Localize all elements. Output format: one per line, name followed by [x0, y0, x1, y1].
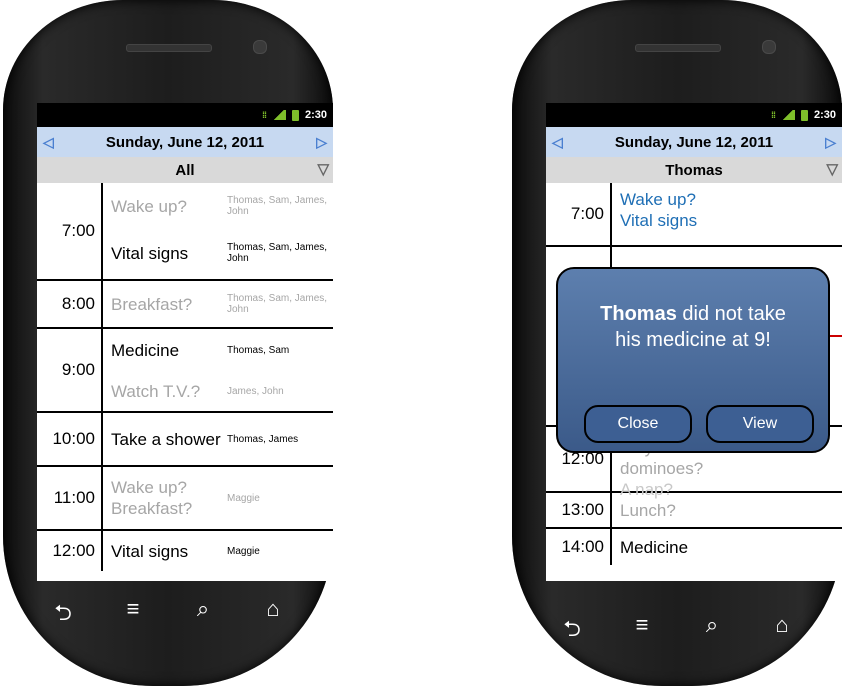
table-row: 7:00 Wake up? Thomas, Sam, James, John V…	[37, 183, 333, 281]
table-row: 11:00 Wake up? Breakfast? Maggie	[37, 467, 333, 531]
filter-value: Thomas	[665, 161, 723, 179]
alert-message-line2: his medicine at 9!	[615, 329, 771, 351]
prev-day-icon[interactable]: ◁	[43, 134, 54, 151]
back-icon[interactable]: ⮌	[43, 596, 83, 634]
battery-icon	[800, 109, 808, 121]
back-icon[interactable]: ⮌	[552, 612, 592, 650]
view-button[interactable]: View	[706, 405, 814, 443]
status-bar: ⁞⁞ 2:30	[546, 103, 842, 127]
menu-icon[interactable]: ≡	[622, 612, 662, 650]
event-people: Thomas, James	[227, 433, 299, 445]
right-phone: ⁞⁞ 2:30 ◁ Sunday, June 12, 2011 ▷ Thomas…	[512, 0, 842, 686]
event-name: Watch T.V.?	[111, 381, 201, 401]
left-screen: ⁞⁞ 2:30 ◁ Sunday, June 12, 2011 ▷ All ▽ …	[37, 103, 333, 581]
close-button[interactable]: Close	[584, 405, 692, 443]
nav-bar: ⮌ ≡ ⌕ ⌂	[43, 596, 293, 634]
list-item[interactable]: Vital signs Maggie	[103, 531, 333, 571]
date-bar: ◁ Sunday, June 12, 2011 ▷	[546, 127, 842, 157]
search-icon[interactable]: ⌕	[183, 596, 223, 634]
list-item[interactable]: Wake up? Breakfast? Maggie	[103, 467, 333, 529]
time-cell: 13:00	[546, 493, 612, 527]
event-name: Vital signs	[111, 541, 189, 561]
status-bar: ⁞⁞ 2:30	[37, 103, 333, 127]
date-bar: ◁ Sunday, June 12, 2011 ▷	[37, 127, 333, 157]
list-item[interactable]: Lunch?	[612, 500, 736, 521]
menu-icon[interactable]: ≡	[113, 596, 153, 634]
time-cell: 12:00	[37, 531, 103, 571]
dropdown-icon[interactable]: ▽	[317, 160, 329, 178]
filter-dropdown[interactable]: Thomas ▽	[546, 157, 842, 183]
status-time: 2:30	[304, 109, 327, 121]
event-people: Thomas, Sam, James, John	[227, 293, 328, 315]
camera-icon	[253, 40, 267, 54]
list-item[interactable]: Wake up?	[612, 189, 736, 210]
table-row: 12:00 Vital signs Maggie	[37, 531, 333, 571]
time-cell: 9:00	[37, 329, 103, 411]
date-title: Sunday, June 12, 2011	[105, 133, 265, 151]
time-cell: 7:00	[37, 183, 103, 279]
filter-value: All	[175, 161, 195, 179]
time-cell: 11:00	[37, 467, 103, 529]
next-day-icon[interactable]: ▷	[825, 134, 836, 151]
time-cell: 10:00	[37, 413, 103, 465]
list-item[interactable]: Medicine Thomas, Sam	[103, 329, 333, 371]
table-row: 7:00 Wake up? Vital signs	[546, 183, 842, 247]
list-item[interactable]: Vital signs	[612, 210, 736, 231]
speaker-grille	[635, 44, 721, 52]
left-phone: ⁞⁞ 2:30 ◁ Sunday, June 12, 2011 ▷ All ▽ …	[3, 0, 333, 686]
event-people: Thomas, Sam	[227, 344, 290, 356]
battery-icon	[291, 109, 299, 121]
event-people: Maggie	[227, 545, 260, 557]
event-name: Medicine	[111, 340, 180, 360]
camera-icon	[762, 40, 776, 54]
table-row: 8:00 Breakfast? Thomas, Sam, James, John	[37, 281, 333, 329]
status-time: 2:30	[813, 109, 836, 121]
time-cell: 8:00	[37, 281, 103, 327]
event-name: Take a shower	[111, 429, 221, 449]
event-people: James, John	[227, 385, 284, 397]
alert-message-rest: did not take	[682, 303, 786, 325]
list-item[interactable]: Vital signs Thomas, Sam, James, John	[103, 229, 333, 277]
data-icon: ⁞⁞	[770, 110, 776, 120]
search-icon[interactable]: ⌕	[692, 612, 732, 650]
list-item[interactable]: Watch T.V.? James, John	[103, 371, 333, 411]
time-cell: 14:00	[546, 529, 612, 565]
nav-bar: ⮌ ≡ ⌕ ⌂	[552, 612, 802, 650]
table-row: 9:00 Medicine Thomas, Sam Watch T.V.? Ja…	[37, 329, 333, 413]
list-item[interactable]: Breakfast? Thomas, Sam, James, John	[103, 281, 333, 327]
speaker-grille	[126, 44, 212, 52]
event-people: Maggie	[227, 492, 260, 504]
table-row: 14:00 Medicine	[546, 529, 842, 565]
list-item[interactable]: Take a shower Thomas, James	[103, 413, 333, 465]
next-day-icon[interactable]: ▷	[316, 134, 327, 151]
alert-message: Thomas did not take his medicine at 9!	[558, 301, 828, 353]
filter-dropdown[interactable]: All ▽	[37, 157, 333, 183]
alert-dialog: Thomas did not take his medicine at 9! C…	[556, 267, 830, 453]
list-item[interactable]: Wake up? Thomas, Sam, James, John	[103, 183, 333, 229]
date-title: Sunday, June 12, 2011	[614, 133, 774, 151]
event-name: Breakfast?	[111, 294, 193, 314]
signal-icon	[780, 110, 795, 120]
time-cell: 7:00	[546, 183, 612, 245]
event-name: Vital signs	[111, 243, 189, 263]
table-row: 13:00 Lunch?	[546, 493, 842, 529]
data-icon: ⁞⁞	[261, 110, 267, 120]
alert-patient-name: Thomas	[600, 303, 677, 325]
event-name: Wake up?	[111, 196, 187, 216]
right-screen: ⁞⁞ 2:30 ◁ Sunday, June 12, 2011 ▷ Thomas…	[546, 103, 842, 581]
dropdown-icon[interactable]: ▽	[826, 160, 838, 178]
prev-day-icon[interactable]: ◁	[552, 134, 563, 151]
event-name: Wake up? Breakfast?	[111, 478, 193, 518]
event-people: Thomas, Sam, James, John	[227, 242, 328, 264]
home-icon[interactable]: ⌂	[253, 596, 293, 634]
signal-icon	[271, 110, 286, 120]
home-icon[interactable]: ⌂	[762, 612, 802, 650]
event-people: Thomas, Sam, James, John	[227, 195, 328, 217]
table-row: 10:00 Take a shower Thomas, James	[37, 413, 333, 467]
list-item[interactable]: Medicine	[612, 537, 736, 558]
